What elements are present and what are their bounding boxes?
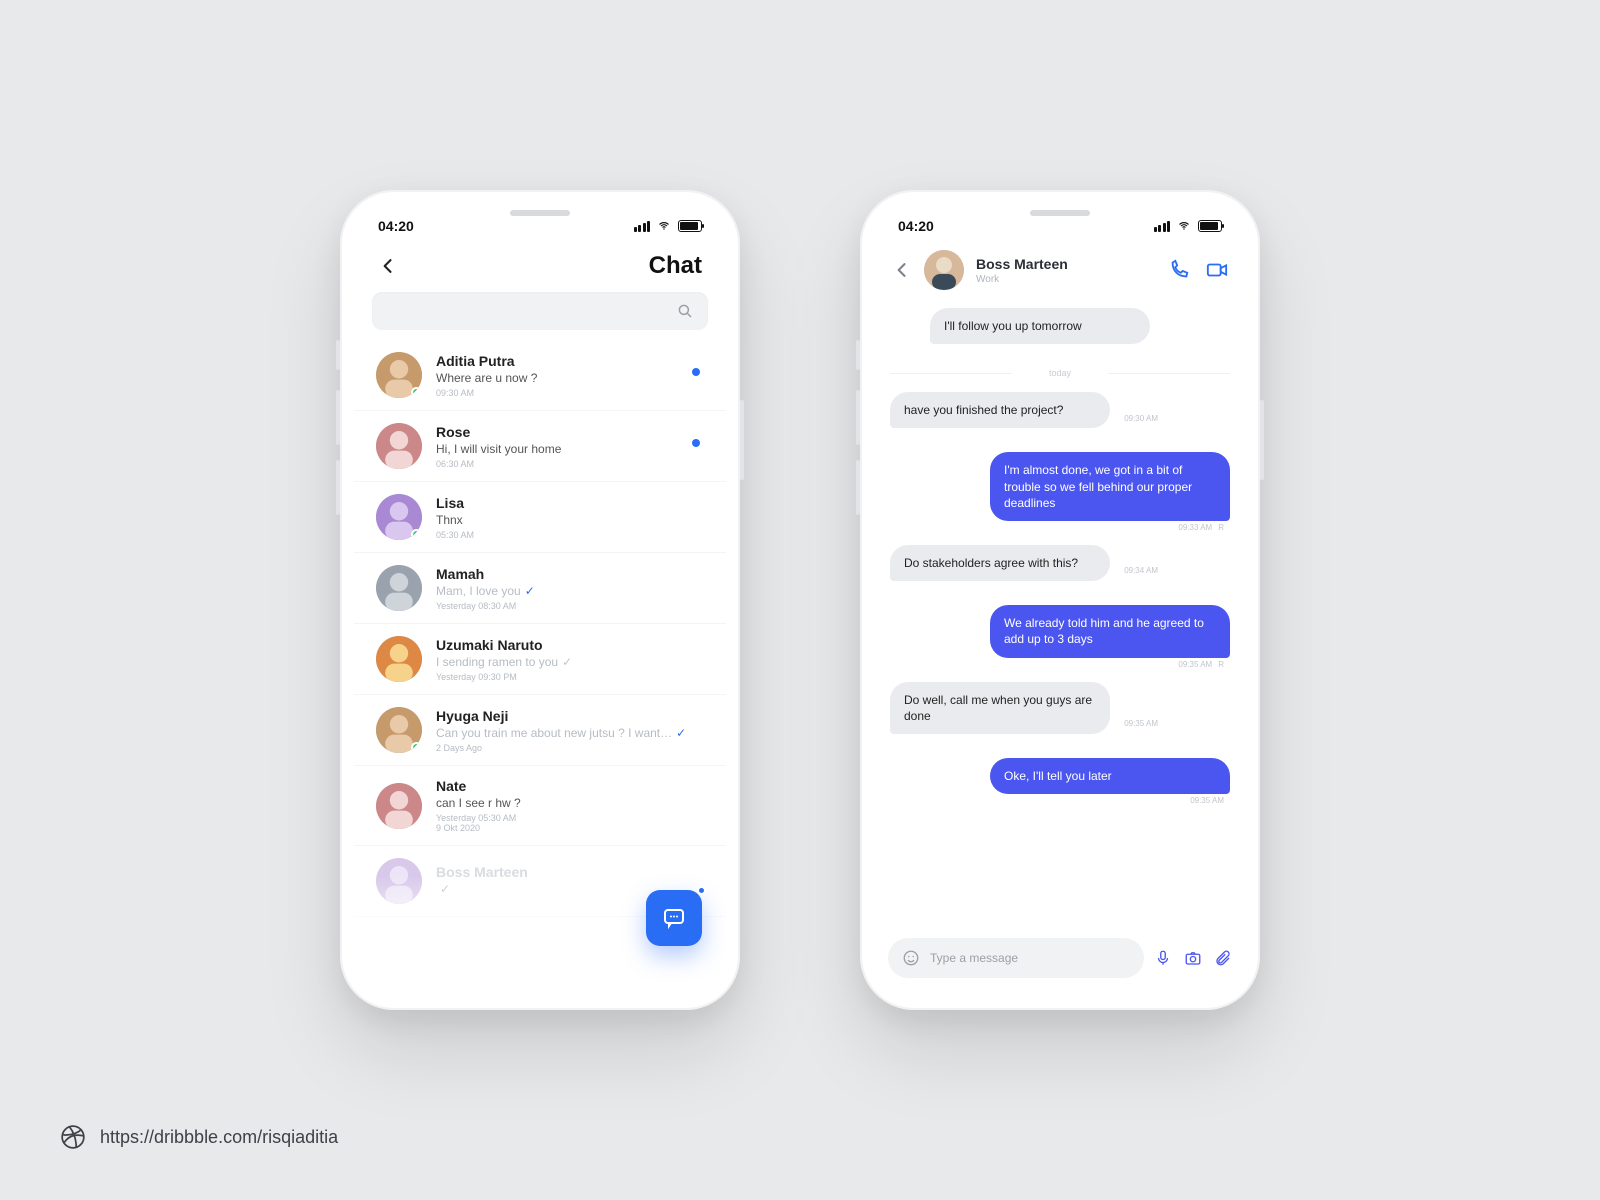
chat-name: Uzumaki Naruto <box>436 637 704 653</box>
chat-preview: I sending ramen to you✓ <box>436 655 704 669</box>
camera-button[interactable] <box>1184 949 1202 967</box>
search-input[interactable] <box>372 292 708 330</box>
mic-button[interactable] <box>1154 949 1172 967</box>
message-incoming[interactable]: Do stakeholders agree with this?09:34 AM <box>890 545 1110 581</box>
chat-timestamp: 05:30 AM <box>436 530 704 540</box>
online-indicator <box>411 387 422 398</box>
chat-name: Nate <box>436 778 704 794</box>
avatar <box>376 783 422 829</box>
status-time: 04:20 <box>378 218 414 234</box>
online-indicator <box>411 529 422 540</box>
chat-timestamp: 06:30 AM <box>436 459 704 469</box>
message-timestamp: 09:34 AM <box>1124 566 1158 577</box>
message-incoming[interactable]: Do well, call me when you guys are done0… <box>890 682 1110 734</box>
chat-timestamp: 09:30 AM <box>436 388 704 398</box>
wifi-icon <box>1176 220 1192 232</box>
dribbble-icon <box>60 1124 86 1150</box>
back-button[interactable] <box>378 256 398 276</box>
chat-timestamp: Yesterday 09:30 PM <box>436 672 704 682</box>
battery-icon <box>1198 220 1222 232</box>
chat-list-item[interactable]: Hyuga Neji Can you train me about new ju… <box>354 695 726 766</box>
attach-button[interactable] <box>1214 949 1232 967</box>
chat-name: Boss Marteen <box>436 864 704 880</box>
chat-preview: Where are u now ? <box>436 371 704 385</box>
video-call-button[interactable] <box>1206 259 1228 281</box>
battery-icon <box>678 220 702 232</box>
avatar <box>376 423 422 469</box>
fab-notification-dot <box>697 886 706 895</box>
signal-icon <box>1154 221 1171 232</box>
chat-list-item[interactable]: Aditia Putra Where are u now ? 09:30 AM <box>354 340 726 411</box>
chat-name: Lisa <box>436 495 704 511</box>
credit-url: https://dribbble.com/risqiaditia <box>100 1127 338 1148</box>
chat-preview: Mam, I love you✓ <box>436 584 704 598</box>
phone-conversation: 04:20 Boss Marteen Work <box>860 190 1260 1010</box>
message-timestamp: 09:33 AMR <box>1178 523 1224 534</box>
signal-icon <box>634 221 651 232</box>
chat-preview: can I see r hw ? <box>436 796 704 810</box>
chat-timestamp: Yesterday 05:30 AM9 Okt 2020 <box>436 813 704 833</box>
chat-list-item[interactable]: Nate can I see r hw ? Yesterday 05:30 AM… <box>354 766 726 846</box>
message-incoming[interactable]: I'll follow you up tomorrow <box>930 308 1150 344</box>
chat-list-item[interactable]: Lisa Thnx 05:30 AM <box>354 482 726 553</box>
contact-avatar[interactable] <box>924 250 964 290</box>
chat-name: Hyuga Neji <box>436 708 704 724</box>
chat-name: Mamah <box>436 566 704 582</box>
notch <box>975 204 1145 232</box>
avatar <box>376 858 422 904</box>
message-input[interactable]: Type a message <box>888 938 1144 978</box>
notch <box>455 204 625 232</box>
search-icon <box>676 302 694 320</box>
avatar <box>376 707 422 753</box>
wifi-icon <box>656 220 672 232</box>
day-separator: today <box>890 368 1230 378</box>
chat-timestamp: 2 Days Ago <box>436 743 704 753</box>
contact-name: Boss Marteen <box>976 256 1068 272</box>
chat-timestamp: Yesterday 08:30 AM <box>436 601 704 611</box>
credit-link[interactable]: https://dribbble.com/risqiaditia <box>60 1124 338 1150</box>
emoji-icon[interactable] <box>902 949 920 967</box>
page-title: Chat <box>649 252 702 280</box>
message-input-placeholder: Type a message <box>930 951 1018 965</box>
voice-call-button[interactable] <box>1168 259 1190 281</box>
unread-indicator <box>692 439 700 447</box>
message-outgoing[interactable]: We already told him and he agreed to add… <box>990 605 1230 657</box>
message-timestamp: 09:35 AM <box>1190 796 1224 807</box>
avatar <box>376 352 422 398</box>
contact-subtitle: Work <box>976 274 1068 285</box>
chat-name: Aditia Putra <box>436 353 704 369</box>
chat-list-item[interactable]: Mamah Mam, I love you✓ Yesterday 08:30 A… <box>354 553 726 624</box>
message-timestamp: 09:35 AM <box>1124 719 1158 730</box>
avatar <box>376 636 422 682</box>
message-outgoing[interactable]: I'm almost done, we got in a bit of trou… <box>990 452 1230 521</box>
status-time: 04:20 <box>898 218 934 234</box>
avatar <box>376 565 422 611</box>
message-incoming[interactable]: have you finished the project?09:30 AM <box>890 392 1110 428</box>
unread-indicator <box>692 368 700 376</box>
message-timestamp: 09:30 AM <box>1124 414 1158 425</box>
back-button[interactable] <box>892 260 912 280</box>
message-timestamp: 09:35 AMR <box>1178 660 1224 671</box>
new-chat-fab[interactable] <box>646 890 702 946</box>
chat-list-item[interactable]: Uzumaki Naruto I sending ramen to you✓ Y… <box>354 624 726 695</box>
new-chat-icon <box>662 906 686 930</box>
chat-name: Rose <box>436 424 704 440</box>
chat-preview: Can you train me about new jutsu ? I wan… <box>436 726 704 740</box>
message-outgoing[interactable]: Oke, I'll tell you later09:35 AM <box>990 758 1230 794</box>
phone-chat-list: 04:20 Chat Aditia Putra Where are u now … <box>340 190 740 1010</box>
chat-list-item[interactable]: Rose Hi, I will visit your home 06:30 AM <box>354 411 726 482</box>
chat-preview: Hi, I will visit your home <box>436 442 704 456</box>
avatar <box>376 494 422 540</box>
online-indicator <box>411 742 422 753</box>
chat-preview: Thnx <box>436 513 704 527</box>
